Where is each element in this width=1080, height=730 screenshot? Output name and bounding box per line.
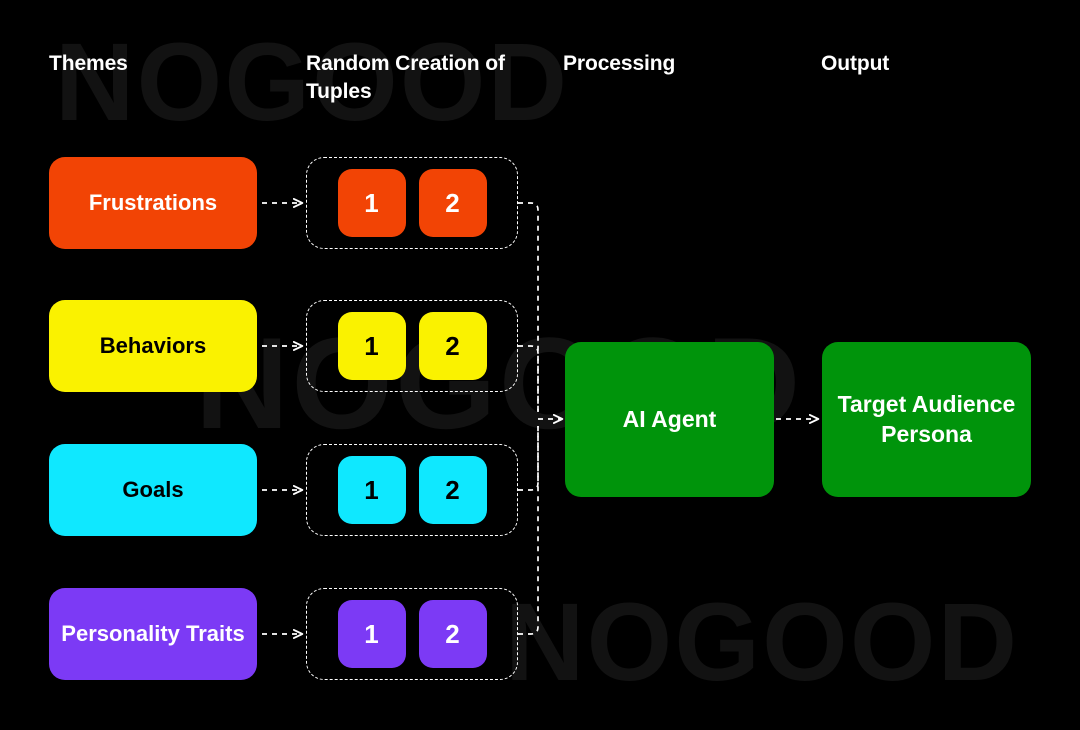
theme-label: Behaviors [99,333,207,359]
tuple-value: 1 [364,330,379,361]
tuple-cell[interactable]: 2 [418,456,487,524]
tuple-cell[interactable]: 2 [418,169,487,237]
column-header-output: Output [821,52,890,75]
theme-box-behaviors[interactable]: Behaviors [49,300,257,392]
tuple-value: 2 [445,618,460,649]
output-box-target-audience-persona[interactable]: Target Audience Persona [822,342,1031,497]
tuple-group-personality-traits: 1 2 [306,588,518,680]
column-header-themes: Themes [49,52,128,75]
tuple-cell[interactable]: 1 [337,312,406,380]
processing-box-ai-agent[interactable]: AI Agent [565,342,774,497]
theme-label: Personality Traits [61,621,245,647]
column-header-tuples: Random Creation of Tuples [306,52,505,104]
tuple-cell[interactable]: 1 [337,169,406,237]
tuple-value: 1 [364,618,379,649]
theme-box-frustrations[interactable]: Frustrations [49,157,257,249]
tuple-value: 2 [445,187,460,218]
theme-box-personality-traits[interactable]: Personality Traits [49,588,257,680]
diagram-canvas: NOGOOD NOGOOD NOGOOD Themes Random Creat… [0,0,1080,730]
watermark-logo-bottom: NOGOOD [505,581,1020,704]
tuple-group-frustrations: 1 2 [306,157,518,249]
tuple-group-goals: 1 2 [306,444,518,536]
tuple-value: 1 [364,474,379,505]
tuple-value: 2 [445,330,460,361]
tuple-value: 2 [445,474,460,505]
tuple-cell[interactable]: 2 [418,312,487,380]
tuple-value: 1 [364,187,379,218]
theme-label: Goals [122,477,184,503]
processing-label: AI Agent [622,405,717,432]
tuple-cell[interactable]: 1 [337,456,406,524]
output-label: Target Audience Persona [837,391,1016,447]
tuple-group-behaviors: 1 2 [306,300,518,392]
theme-box-goals[interactable]: Goals [49,444,257,536]
tuple-cell[interactable]: 1 [337,600,406,668]
theme-label: Frustrations [88,190,218,216]
column-header-processing: Processing [563,52,676,75]
tuple-cell[interactable]: 2 [418,600,487,668]
